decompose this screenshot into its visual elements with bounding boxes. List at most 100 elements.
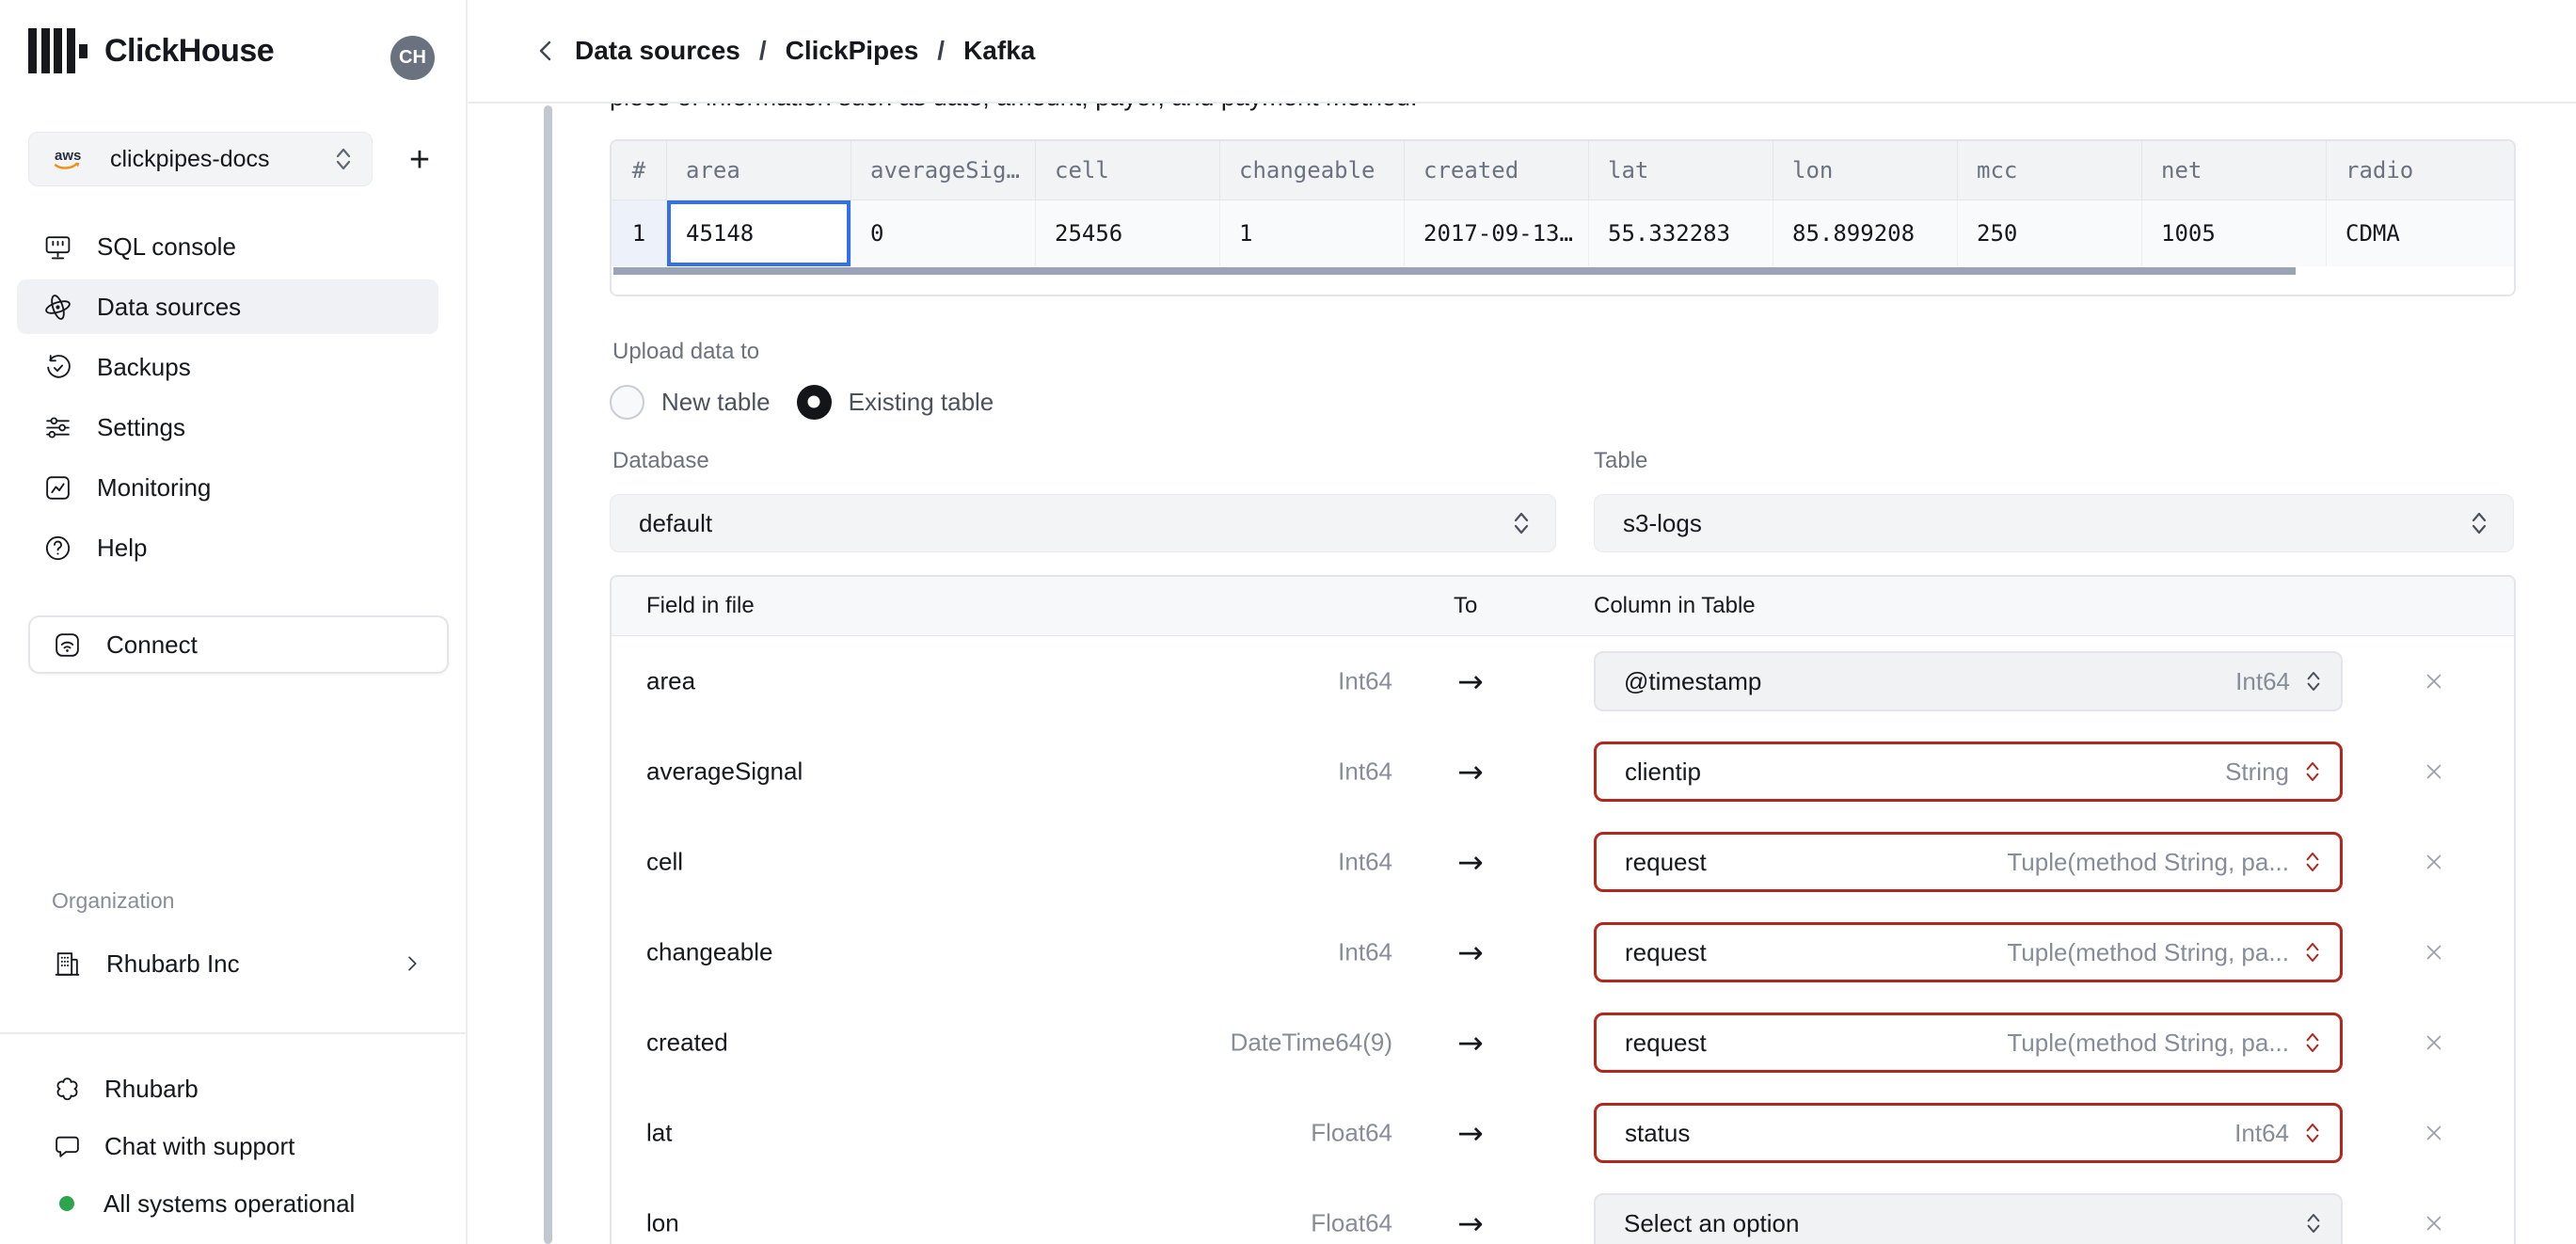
column-header: lat — [1588, 141, 1773, 199]
column-select-value: request — [1625, 847, 1707, 876]
table-cell[interactable]: 2017-09-13… — [1404, 200, 1588, 266]
breadcrumb: Data sources / ClickPipes / Kafka — [575, 36, 1035, 66]
existing-table-label[interactable]: Existing table — [849, 388, 994, 417]
preview-table-header: # area averageSig… cell changeable creat… — [612, 141, 2514, 200]
field-name: area — [646, 666, 696, 695]
database-select-value: default — [639, 508, 713, 537]
new-table-label[interactable]: New table — [661, 388, 771, 417]
remove-mapping-button[interactable] — [2411, 759, 2457, 784]
chevron-updown-icon — [2306, 1124, 2319, 1142]
mapping-row: averageSignal Int64 → clientip String — [612, 726, 2514, 817]
table-label: Table — [1594, 448, 1648, 473]
svg-text:aws: aws — [55, 148, 81, 164]
column-select[interactable]: @timestamp Int64 — [1594, 651, 2343, 711]
field-name: changeable — [646, 937, 773, 966]
sidebar-item-help[interactable]: Help — [17, 520, 438, 575]
mapping-header-field: Field in file — [646, 593, 755, 618]
organization-name: Rhubarb Inc — [106, 949, 240, 978]
table-cell[interactable]: 250 — [1957, 200, 2141, 266]
table-cell[interactable]: 1 — [1219, 200, 1404, 266]
table-select-value: s3-logs — [1623, 508, 1702, 537]
rhubarb-label: Rhubarb — [104, 1074, 199, 1103]
monitor-icon — [45, 235, 71, 259]
existing-table-radio[interactable] — [796, 384, 832, 420]
column-select-error[interactable]: request Tuple(method String, pa... — [1594, 832, 2343, 892]
column-select-error[interactable]: clientip String — [1594, 742, 2343, 802]
sidebar-item-settings[interactable]: Settings — [17, 400, 438, 455]
column-select-value: Select an option — [1624, 1208, 1800, 1237]
close-icon — [2426, 674, 2441, 689]
sidebar-item-data-sources[interactable]: Data sources — [17, 279, 438, 334]
content-scrollbar[interactable] — [544, 105, 552, 1244]
column-select-value: request — [1625, 1028, 1707, 1057]
column-select-placeholder[interactable]: Select an option — [1594, 1193, 2343, 1244]
sidebar-item-label: Data sources — [97, 292, 242, 321]
field-mapping-card: Field in file To Column in Table area In… — [610, 575, 2516, 1244]
remove-mapping-button[interactable] — [2411, 669, 2457, 694]
sidebar-item-sql-console[interactable]: SQL console — [17, 219, 438, 274]
sidebar: ClickHouse CH aws clickpipes-docs + SQL … — [0, 0, 468, 1244]
arrow-right-icon: → — [1457, 933, 1484, 971]
chevron-updown-icon — [2307, 672, 2320, 691]
breadcrumb-clickpipes[interactable]: ClickPipes — [786, 36, 919, 66]
database-select[interactable]: default — [610, 494, 1556, 552]
column-select-type: Int64 — [2235, 666, 2290, 695]
chevron-updown-icon — [2307, 1214, 2320, 1233]
remove-mapping-button[interactable] — [2411, 1211, 2457, 1236]
breadcrumb-data-sources[interactable]: Data sources — [575, 36, 740, 66]
page-header: Data sources / ClickPipes / Kafka — [468, 0, 2576, 104]
question-circle-icon — [45, 535, 71, 560]
breadcrumb-separator: / — [937, 36, 946, 65]
chevron-updown-icon — [2472, 512, 2487, 534]
field-type: Int64 — [1338, 757, 1392, 786]
mapping-row: created DateTime64(9) → request Tuple(me… — [612, 997, 2514, 1088]
table-select[interactable]: s3-logs — [1594, 494, 2514, 552]
arrow-right-icon: → — [1457, 843, 1484, 881]
new-table-radio[interactable] — [610, 384, 644, 420]
mapping-row: changeable Int64 → request Tuple(method … — [612, 907, 2514, 997]
mapping-row: area Int64 → @timestamp Int64 — [612, 636, 2514, 726]
remove-mapping-button[interactable] — [2411, 850, 2457, 874]
chevron-right-icon — [408, 956, 417, 971]
remove-mapping-button[interactable] — [2411, 1030, 2457, 1055]
sidebar-item-backups[interactable]: Backups — [17, 340, 438, 394]
table-cell[interactable]: 55.332283 — [1588, 200, 1773, 266]
close-icon — [2426, 764, 2441, 779]
arrow-right-icon: → — [1457, 662, 1484, 700]
workspace-selector[interactable]: aws clickpipes-docs — [28, 132, 373, 186]
avatar[interactable]: CH — [390, 36, 435, 80]
add-service-button[interactable]: + — [399, 139, 440, 181]
column-select-value: clientip — [1625, 757, 1701, 786]
table-cell[interactable]: CDMA — [2326, 200, 2514, 266]
table-cell-selected[interactable]: 45148 — [666, 200, 851, 266]
chevron-updown-icon — [2306, 762, 2319, 781]
organization-switcher[interactable]: Rhubarb Inc — [28, 933, 449, 994]
arrow-right-icon: → — [1457, 1204, 1484, 1242]
column-select-error[interactable]: status Int64 — [1594, 1103, 2343, 1163]
clickhouse-logo[interactable]: ClickHouse — [28, 28, 275, 73]
sliders-icon — [46, 416, 70, 439]
table-cell[interactable]: 1005 — [2141, 200, 2326, 266]
table-cell[interactable]: 25456 — [1035, 200, 1219, 266]
column-header: net — [2141, 141, 2326, 199]
close-icon — [2426, 945, 2441, 960]
sidebar-item-system-status[interactable]: All systems operational — [28, 1176, 449, 1231]
sidebar-item-monitoring[interactable]: Monitoring — [17, 460, 438, 515]
field-type: Float64 — [1311, 1118, 1392, 1147]
mapping-header: Field in file To Column in Table — [612, 577, 2514, 636]
column-select-value: @timestamp — [1624, 666, 1762, 695]
back-button[interactable] — [528, 32, 565, 70]
column-select-error[interactable]: request Tuple(method String, pa... — [1594, 922, 2343, 982]
horizontal-scrollbar-thumb[interactable] — [613, 267, 2296, 275]
column-select-error[interactable]: request Tuple(method String, pa... — [1594, 1013, 2343, 1073]
sidebar-item-rhubarb[interactable]: Rhubarb — [28, 1061, 449, 1116]
breadcrumb-separator: / — [758, 36, 767, 65]
remove-mapping-button[interactable] — [2411, 1121, 2457, 1145]
table-cell[interactable]: 85.899208 — [1773, 200, 1957, 266]
remove-mapping-button[interactable] — [2411, 940, 2457, 965]
sidebar-item-chat-support[interactable]: Chat with support — [28, 1119, 449, 1173]
aws-logo-icon: aws — [54, 148, 81, 169]
table-cell[interactable]: 0 — [851, 200, 1035, 266]
connect-button[interactable]: Connect — [28, 615, 449, 674]
mapping-row: lat Float64 → status Int64 — [612, 1088, 2514, 1178]
